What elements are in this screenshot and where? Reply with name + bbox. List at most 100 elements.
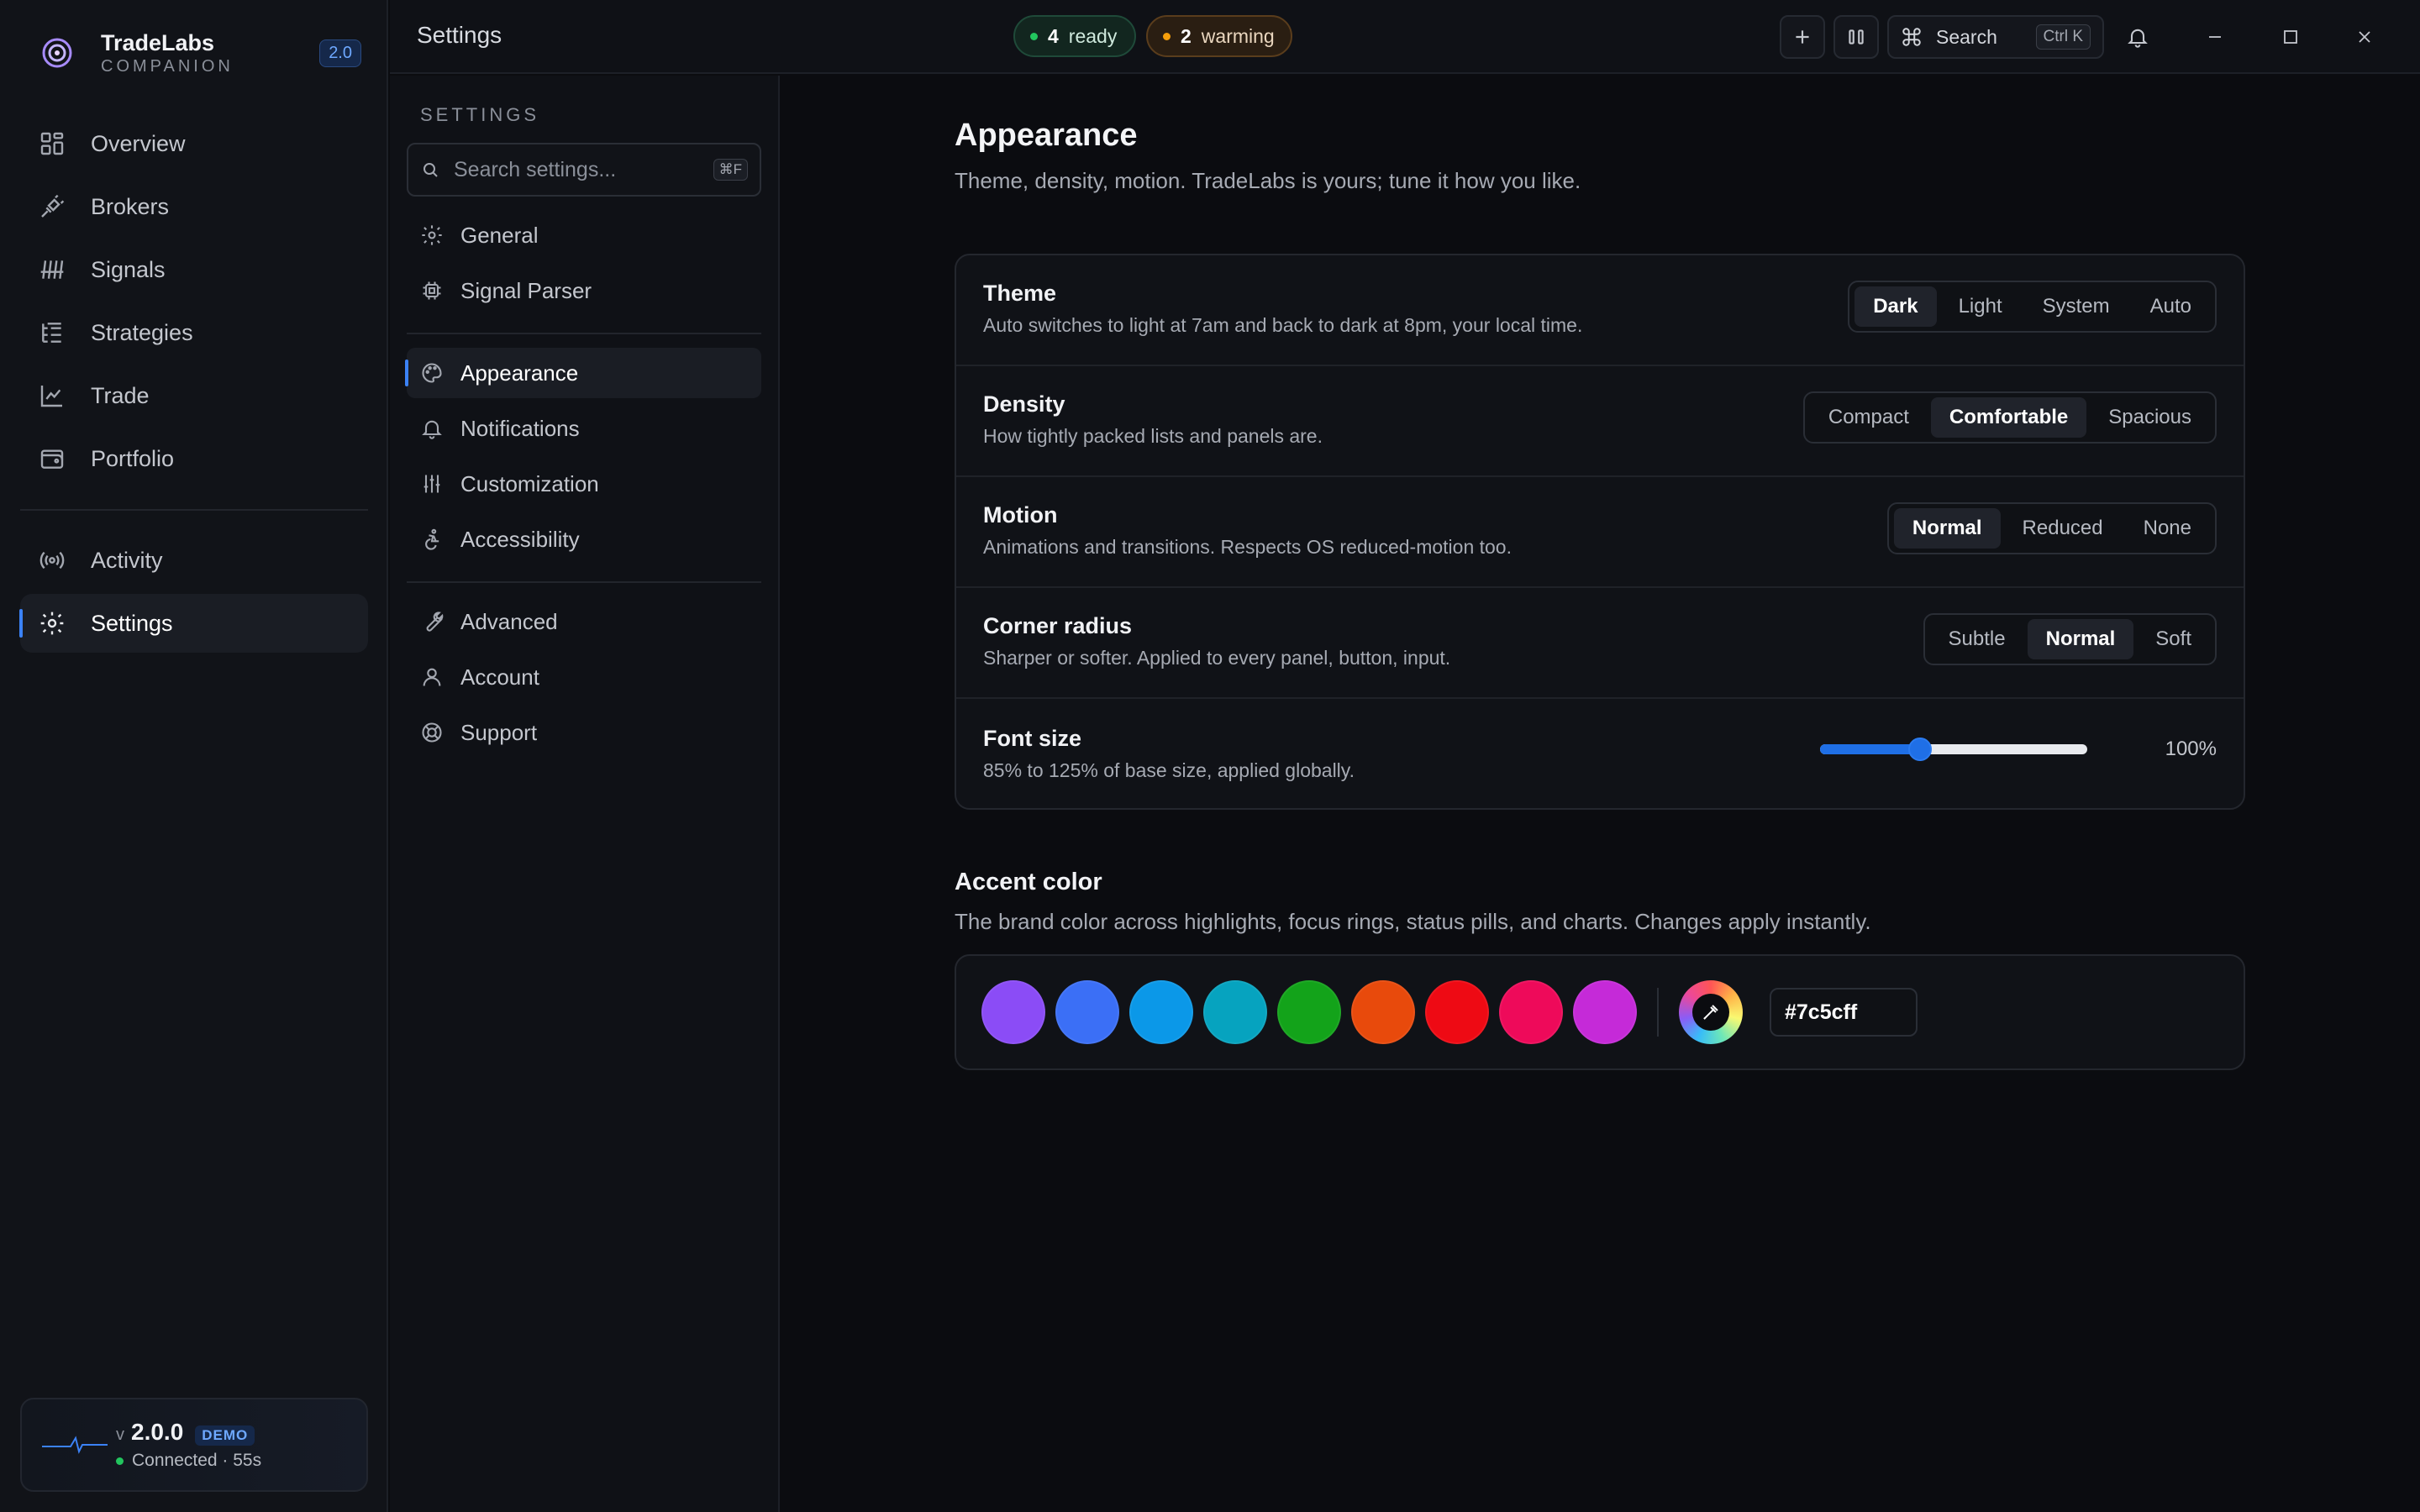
settings-item-notifications[interactable]: Notifications [407,403,761,454]
motion-title: Motion [983,502,1058,528]
settings-search-input[interactable] [454,157,697,182]
radius-title: Corner radius [983,613,1133,638]
secondary-nav: Activity Settings [19,531,368,657]
accent-swatch[interactable] [1203,980,1267,1044]
logo-icon [34,29,81,76]
radius-option-subtle[interactable]: Subtle [1930,619,2024,659]
theme-option-auto[interactable]: Auto [2132,286,2210,327]
settings-item-label: Notifications [460,415,580,441]
broadcast-icon [39,547,66,574]
sidebar-item-trade[interactable]: Trade [20,366,368,425]
motion-option-none[interactable]: None [2125,508,2210,549]
motion-option-normal[interactable]: Normal [1893,508,2001,549]
settings-nav-divider [407,333,761,334]
brand-name: TradeLabs [101,30,215,55]
columns-button[interactable] [1833,15,1879,59]
settings-item-customization[interactable]: Customization [407,459,761,509]
motion-option-reduced[interactable]: Reduced [2004,508,2122,549]
sidebar-item-settings[interactable]: Settings [19,594,368,653]
chip-icon [420,279,444,302]
theme-option-system[interactable]: System [2024,286,2128,327]
settings-item-signal-parser[interactable]: Signal Parser [407,265,761,316]
settings-item-general[interactable]: General [407,210,761,260]
ready-pill[interactable]: 4 ready [1013,15,1136,57]
accent-swatch[interactable] [1499,980,1563,1044]
density-option-comfortable[interactable]: Comfortable [1930,397,2087,438]
settings-item-label: Appearance [460,360,579,386]
connection-dot [116,1457,124,1465]
maximize-button[interactable] [2272,18,2309,55]
accent-swatch[interactable] [981,980,1045,1044]
settings-item-account[interactable]: Account [407,652,761,702]
accent-swatch[interactable] [1351,980,1415,1044]
minimize-button[interactable] [2196,18,2233,55]
signal-icon [39,256,66,283]
sidebar-item-overview[interactable]: Overview [20,114,368,173]
settings-nav-group-1: General Signal Parser [407,210,761,321]
sidebar-item-activity[interactable]: Activity [20,531,368,590]
close-button[interactable] [2346,18,2383,55]
ready-count: 4 [1048,24,1059,47]
command-search-button[interactable]: Search Ctrl K [1887,15,2104,59]
custom-color-picker[interactable] [1679,980,1743,1044]
accent-swatch[interactable] [1425,980,1489,1044]
connection-status: Connected · 55s [132,1451,262,1470]
add-button[interactable] [1780,15,1825,59]
hex-color-input[interactable]: #7c5cff [1770,988,1918,1037]
settings-item-accessibility[interactable]: Accessibility [407,514,761,564]
minimize-icon [2209,36,2221,38]
connection-status-card[interactable]: v 2.0.0 DEMO Connected · 55s [20,1398,368,1492]
sidebar-item-brokers[interactable]: Brokers [20,177,368,236]
list-tree-icon [39,319,66,346]
theme-option-dark[interactable]: Dark [1854,286,1937,327]
motion-segmented-control: Normal Reduced None [1886,502,2217,554]
settings-item-label: Signal Parser [460,277,592,303]
settings-item-label: General [460,222,539,248]
settings-search-shortcut: ⌘F [713,159,748,181]
settings-item-advanced[interactable]: Advanced [407,596,761,647]
sidebar-item-label: Brokers [91,193,170,219]
accent-swatch[interactable] [1277,980,1341,1044]
settings-item-label: Support [460,719,538,745]
font-size-slider[interactable] [1820,732,2087,766]
sidebar-item-strategies[interactable]: Strategies [20,303,368,362]
density-row: Density How tightly packed lists and pan… [956,366,2244,477]
pulse-icon [42,1436,108,1454]
sidebar-item-label: Signals [91,256,166,282]
accent-swatch[interactable] [1573,980,1637,1044]
theme-option-light[interactable]: Light [1940,286,2021,327]
accent-swatch[interactable] [1055,980,1119,1044]
settings-search[interactable]: ⌘F [407,143,761,197]
font-size-title: Font size [983,726,1082,751]
radius-option-soft[interactable]: Soft [2137,619,2210,659]
gear-icon [39,610,66,637]
settings-item-appearance[interactable]: Appearance [405,348,761,398]
brand: TradeLabs COMPANION 2.0 [34,25,361,81]
notifications-button[interactable] [2119,18,2156,55]
radius-option-normal[interactable]: Normal [2027,619,2134,659]
sidebar-item-label: Trade [91,382,150,408]
sidebar-item-label: Strategies [91,319,193,345]
density-option-compact[interactable]: Compact [1810,397,1928,438]
bell-icon [420,417,444,440]
settings-nav: SETTINGS ⌘F General Signal Parser Appear… [390,76,780,1512]
appearance-card: Theme Auto switches to light at 7am and … [955,254,2245,810]
command-icon [1902,28,1921,46]
main-nav: Overview Brokers Signals Strategies Trad… [20,114,368,492]
accessibility-icon [420,528,444,551]
eyedropper-icon [1692,994,1729,1031]
slider-fill [1820,744,1921,754]
wallet-icon [39,445,66,472]
settings-nav-divider [407,581,761,583]
font-size-value: 100% [2165,738,2217,760]
settings-item-support[interactable]: Support [407,707,761,758]
page-title: Settings [417,22,502,48]
sidebar-item-signals[interactable]: Signals [20,240,368,299]
columns-icon [1849,29,1864,45]
appearance-panel: Appearance Theme, density, motion. Trade… [780,76,2420,1512]
slider-thumb[interactable] [1908,738,1933,761]
sidebar-item-portfolio[interactable]: Portfolio [20,429,368,488]
warming-pill[interactable]: 2 warming [1146,15,1292,57]
accent-swatch[interactable] [1129,980,1193,1044]
density-option-spacious[interactable]: Spacious [2090,397,2210,438]
